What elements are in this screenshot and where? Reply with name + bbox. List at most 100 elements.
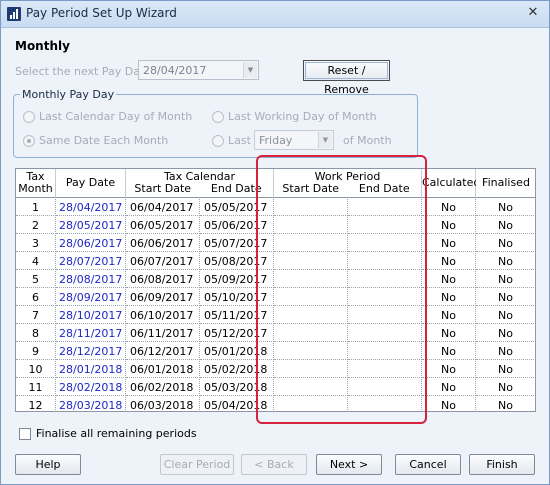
cell-calculated: No — [422, 235, 476, 252]
cell-work-start[interactable] — [274, 379, 348, 396]
cell-finalised: No — [476, 325, 535, 342]
cell-tax-month: 7 — [16, 307, 56, 324]
cell-tax-month: 4 — [16, 253, 56, 270]
radio-icon — [212, 134, 224, 147]
chevron-down-icon[interactable]: ▼ — [318, 132, 332, 148]
cell-tax-month: 9 — [16, 343, 56, 360]
col-calculated: Calculated — [422, 169, 480, 198]
cell-work-end[interactable] — [348, 235, 422, 252]
radio-same-date[interactable]: Same Date Each Month — [23, 134, 168, 147]
cell-work-start[interactable] — [274, 307, 348, 324]
cell-work-start[interactable] — [274, 217, 348, 234]
cell-pay-date: 28/08/2017 — [56, 271, 126, 288]
cell-work-end[interactable] — [348, 289, 422, 306]
cell-work-start[interactable] — [274, 199, 348, 216]
close-icon[interactable]: ✕ — [525, 5, 541, 21]
cell-tax-start: 06/08/2017 — [126, 271, 200, 288]
cell-tax-start: 06/02/2018 — [126, 379, 200, 396]
cell-work-end[interactable] — [348, 199, 422, 216]
cell-pay-date: 28/09/2017 — [56, 289, 126, 306]
cell-tax-end: 05/07/2017 — [200, 235, 274, 252]
cell-tax-month: 12 — [16, 397, 56, 411]
wizard-window: Pay Period Set Up Wizard ✕ Monthly Selec… — [0, 0, 550, 485]
finish-button[interactable]: Finish — [469, 454, 535, 475]
radio-last-weekday[interactable]: Last — [212, 134, 251, 147]
chevron-down-icon[interactable]: ▼ — [243, 62, 257, 78]
next-pay-date-picker[interactable]: 28/04/2017 ▼ — [138, 60, 259, 80]
cell-finalised: No — [476, 199, 535, 216]
cell-pay-date: 28/07/2017 — [56, 253, 126, 270]
radio-selected-icon — [23, 134, 35, 147]
cell-tax-end: 05/04/2018 — [200, 397, 274, 411]
cell-calculated: No — [422, 199, 476, 216]
cell-tax-start: 06/03/2018 — [126, 397, 200, 411]
cell-pay-date: 28/12/2017 — [56, 343, 126, 360]
cell-work-end[interactable] — [348, 397, 422, 411]
cell-work-end[interactable] — [348, 271, 422, 288]
cell-work-start[interactable] — [274, 271, 348, 288]
back-button[interactable]: < Back — [241, 454, 307, 475]
cell-work-start[interactable] — [274, 361, 348, 378]
checkbox-icon — [19, 427, 31, 440]
cell-pay-date: 28/03/2018 — [56, 397, 126, 411]
section-title: Monthly — [15, 39, 70, 53]
finalise-all-label: Finalise all remaining periods — [36, 427, 197, 440]
cell-finalised: No — [476, 361, 535, 378]
next-pay-date-value: 28/04/2017 — [143, 64, 207, 77]
cell-finalised: No — [476, 235, 535, 252]
cell-finalised: No — [476, 271, 535, 288]
help-button[interactable]: Help — [15, 454, 81, 475]
cell-work-start[interactable] — [274, 235, 348, 252]
radio-last-calendar-label: Last Calendar Day of Month — [39, 110, 193, 123]
cell-tax-start: 06/09/2017 — [126, 289, 200, 306]
cell-tax-start: 06/06/2017 — [126, 235, 200, 252]
cell-tax-start: 06/11/2017 — [126, 325, 200, 342]
cell-calculated: No — [422, 361, 476, 378]
work-start-date-header: Start Date — [282, 182, 340, 195]
cell-finalised: No — [476, 397, 535, 411]
cell-tax-start: 06/12/2017 — [126, 343, 200, 360]
cell-work-start[interactable] — [274, 253, 348, 270]
cell-calculated: No — [422, 289, 476, 306]
next-button[interactable]: Next > — [316, 454, 382, 475]
cell-work-end[interactable] — [348, 307, 422, 324]
col-finalised: Finalised — [476, 169, 535, 198]
cell-calculated: No — [422, 343, 476, 360]
radio-last-working-day[interactable]: Last Working Day of Month — [212, 110, 377, 123]
col-finalised-label: Finalised — [482, 176, 530, 189]
radio-last-calendar-day[interactable]: Last Calendar Day of Month — [23, 110, 192, 123]
cell-work-start[interactable] — [274, 343, 348, 360]
cell-work-end[interactable] — [348, 253, 422, 270]
weekday-value: Friday — [259, 134, 293, 147]
cell-work-start[interactable] — [274, 397, 348, 411]
cell-work-end[interactable] — [348, 217, 422, 234]
cell-tax-start: 06/04/2017 — [126, 199, 200, 216]
radio-icon — [212, 110, 224, 123]
cell-tax-end: 05/08/2017 — [200, 253, 274, 270]
cell-work-end[interactable] — [348, 343, 422, 360]
cell-tax-start: 06/07/2017 — [126, 253, 200, 270]
cell-work-start[interactable] — [274, 325, 348, 342]
cell-pay-date: 28/06/2017 — [56, 235, 126, 252]
clear-period-label: Clear Period — [163, 458, 231, 471]
cancel-button[interactable]: Cancel — [395, 454, 461, 475]
cell-work-end[interactable] — [348, 361, 422, 378]
radio-same-date-label: Same Date Each Month — [39, 134, 169, 147]
weekday-select[interactable]: Friday ▼ — [254, 130, 334, 150]
cell-calculated: No — [422, 253, 476, 270]
cell-finalised: No — [476, 217, 535, 234]
cell-tax-month: 5 — [16, 271, 56, 288]
cell-tax-month: 2 — [16, 217, 56, 234]
finalise-all-checkbox[interactable]: Finalise all remaining periods — [19, 427, 197, 440]
cell-pay-date: 28/02/2018 — [56, 379, 126, 396]
cell-work-end[interactable] — [348, 379, 422, 396]
reset-remove-button[interactable]: Reset / Remove — [303, 60, 390, 96]
clear-period-button[interactable]: Clear Period — [160, 454, 234, 475]
cell-tax-month: 6 — [16, 289, 56, 306]
cell-finalised: No — [476, 289, 535, 306]
pay-period-grid[interactable]: Tax Month Pay Date Tax Calendar Start Da… — [15, 168, 536, 412]
cell-work-start[interactable] — [274, 289, 348, 306]
cell-work-end[interactable] — [348, 325, 422, 342]
cell-tax-month: 1 — [16, 199, 56, 216]
cell-pay-date: 28/11/2017 — [56, 325, 126, 342]
